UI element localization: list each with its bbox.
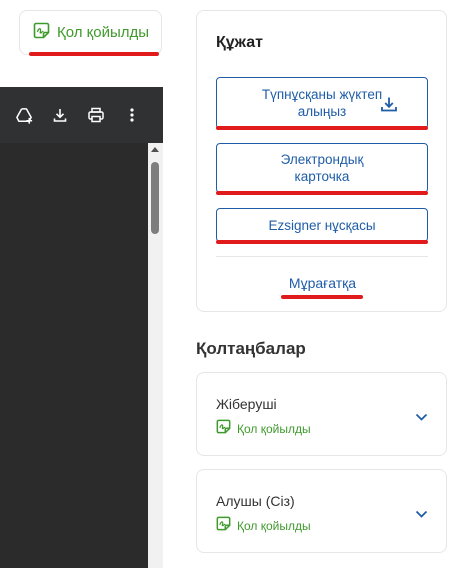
signer-role: Жіберуші (216, 396, 277, 412)
signed-doc-icon (33, 22, 50, 44)
pdf-viewer-scrollbar[interactable] (148, 143, 163, 568)
scroll-up-arrow-icon[interactable] (151, 147, 159, 152)
pdf-viewer-canvas[interactable] (0, 143, 148, 568)
archive-link[interactable]: Мұрағатқа (197, 275, 448, 291)
more-vert-icon[interactable] (122, 105, 142, 125)
download-original-label: Түпнұсқаны жүктеп алыңыз (261, 87, 383, 119)
electronic-card-button[interactable]: Электрондық карточка (216, 143, 428, 193)
annotation-underline (216, 126, 428, 130)
signer-role: Алушы (Сіз) (216, 493, 295, 509)
ezsigner-version-button[interactable]: Ezsigner нұсқасы (216, 208, 428, 242)
scrollbar-thumb[interactable] (151, 162, 159, 234)
signed-status-label: Қол қойылды (57, 24, 150, 41)
download-icon[interactable] (50, 105, 70, 125)
chevron-down-icon[interactable] (415, 408, 428, 426)
signed-status-badge: Қол қойылды (19, 10, 162, 55)
annotation-underline (281, 295, 363, 299)
document-title: Құжат (216, 34, 263, 51)
signer-status: Қол қойылды (216, 516, 311, 536)
drive-add-icon[interactable] (14, 105, 34, 125)
signatures-heading: Қолтаңбалар (196, 339, 306, 358)
ezsigner-version-label: Ezsigner нұсқасы (268, 217, 376, 233)
document-panel: Құжат Түпнұсқаны жүктеп алыңыз Электронд… (196, 10, 447, 312)
annotation-underline (216, 191, 428, 195)
annotation-underline (216, 240, 428, 244)
print-icon[interactable] (86, 105, 106, 125)
signer-card-recipient[interactable]: Алушы (Сіз) Қол қойылды (196, 469, 447, 553)
signer-status-label: Қол қойылды (237, 519, 311, 533)
pdf-viewer-toolbar (0, 87, 163, 143)
download-icon (380, 96, 398, 117)
electronic-card-label: Электрондық карточка (280, 152, 364, 184)
chevron-down-icon[interactable] (415, 505, 428, 523)
signer-status-label: Қол қойылды (237, 422, 311, 436)
signer-status: Қол қойылды (216, 419, 311, 439)
divider (216, 256, 428, 257)
annotation-underline (29, 52, 159, 56)
signed-doc-icon (216, 516, 231, 536)
download-original-button[interactable]: Түпнұсқаны жүктеп алыңыз (216, 77, 428, 129)
signed-doc-icon (216, 419, 231, 439)
signer-card-sender[interactable]: Жіберуші Қол қойылды (196, 372, 447, 456)
